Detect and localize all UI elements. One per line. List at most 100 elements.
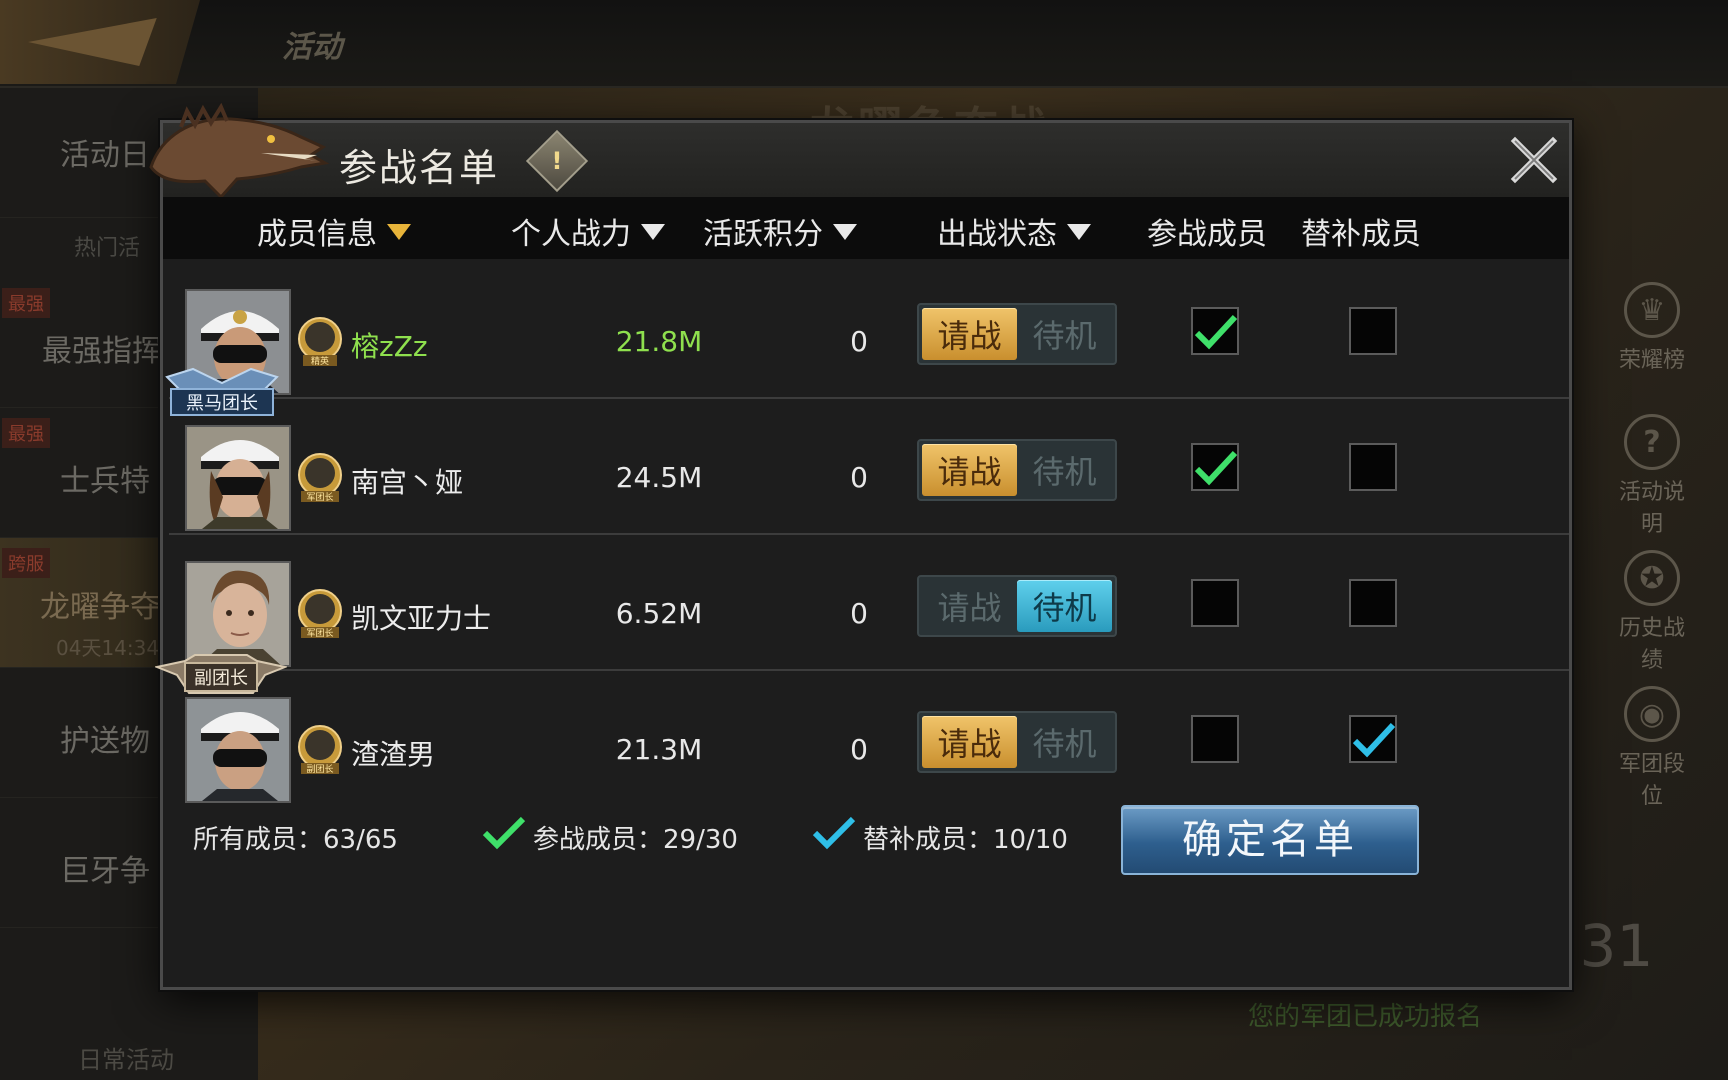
member-row: 精英 榕zZz 21.8M 0 请战 待机 [169,263,1569,399]
svg-text:副团长: 副团长 [306,763,333,775]
legion-rank-button[interactable]: ◉ 军团段位 [1612,686,1692,810]
standby-option[interactable]: 待机 [1017,716,1112,768]
check-green-icon [482,816,526,850]
sort-down-icon [387,224,411,240]
info-button[interactable]: ! [525,129,589,193]
member-row: 军团长 凯文亚力士 6.52M 0 请战 待机 [169,535,1569,671]
rank-badge-icon: 军团长 [298,453,342,503]
column-label: 出战状态 [937,217,1057,252]
member-name: 南宫丶娅 [351,466,464,499]
participants-count: 参战成员：29/30 [533,825,738,855]
battle-status-toggle: 请战 待机 [917,711,1117,773]
member-name: 榕zZz [351,330,428,363]
back-button[interactable] [0,0,200,84]
sort-member-info[interactable]: 成员信息 [257,209,411,253]
svg-text:军团长: 军团长 [306,491,333,503]
standby-option[interactable]: 待机 [1017,580,1112,632]
roster-column-header: 成员信息 个人战力 活跃积分 出战状态 参战成员 替补成员 [163,197,1569,259]
sidebar-item-label: 最强指挥 [42,334,162,369]
substitutes-count: 替补成员：10/10 [863,825,1068,855]
countdown-timer: :31 [1560,912,1654,980]
event-help-label: 活动说明 [1618,480,1685,537]
column-label: 个人战力 [511,217,631,252]
sidebar-item-tag: 最强 [2,418,50,448]
fight-option[interactable]: 请战 [922,580,1017,632]
sidebar-item-timer: 04天14:34 [56,636,160,660]
rank-badge-icon: 军团长 [298,589,342,639]
sidebar-item-label: 护送物 [60,724,150,759]
dialog-title: 参战名单 [339,146,500,190]
column-label: 成员信息 [257,217,377,252]
history-record-button[interactable]: ✪ 历史战绩 [1612,550,1692,674]
substitute-checkbox[interactable] [1349,443,1397,491]
registration-status: 您的军团已成功报名 [1248,1002,1483,1032]
trophy-icon: ♛ [1624,282,1680,338]
info-icon: ! [551,147,563,175]
event-help-button[interactable]: ? 活动说明 [1612,414,1692,538]
substitute-checkbox[interactable] [1349,307,1397,355]
tab-title: 活动 [282,30,342,65]
column-participant: 参战成员 [1147,217,1267,252]
battle-status-toggle: 请战 待机 [917,303,1117,365]
sidebar-item-label: 龙曜争夺 [40,590,160,625]
sort-down-icon [833,224,857,240]
roster-dialog: 参战名单 ! 成员信息 个人战力 活跃积分 出战状态 参战成员 替补成员 精英 … [149,102,1572,990]
standby-option[interactable]: 待机 [1017,444,1112,496]
svg-text:副团长: 副团长 [194,668,248,689]
avatar [185,425,291,531]
back-arrow-icon [19,18,157,66]
svg-text:精英: 精英 [311,355,329,367]
medal-icon: ◉ [1624,686,1680,742]
daily-activity-label: 日常活动 [78,1046,174,1074]
column-label: 活跃积分 [703,217,823,252]
member-name: 渣渣男 [351,738,436,771]
sort-down-icon [641,224,665,240]
check-green-icon [1194,450,1238,486]
participant-checkbox[interactable] [1191,579,1239,627]
all-members-count: 所有成员：63/65 [193,825,398,855]
fight-option[interactable]: 请战 [922,716,1017,768]
standby-option[interactable]: 待机 [1017,308,1112,360]
sidebar-item-tag: 跨服 [2,548,50,578]
rank-badge-icon: 精英 [298,317,342,367]
sort-activity-points[interactable]: 活跃积分 [703,209,857,253]
question-icon: ? [1624,414,1680,470]
fight-option[interactable]: 请战 [922,308,1017,360]
sidebar-item-label: 士兵特 [60,464,150,499]
sidebar-item-tag: 最强 [2,288,50,318]
check-green-icon [1194,314,1238,350]
battle-status-toggle: 请战 待机 [917,575,1117,637]
crest-dark-horse-badge: 黑马团长 [165,367,279,416]
rank-badge-icon: 副团长 [298,725,342,775]
sort-down-icon [1067,224,1091,240]
dialog-header: 参战名单 ! [149,102,1569,200]
member-name: 凯文亚力士 [351,602,492,635]
participant-checkbox[interactable] [1191,307,1239,355]
history-record-label: 历史战绩 [1618,616,1685,673]
sort-battle-status[interactable]: 出战状态 [937,209,1091,253]
svg-text:军团长: 军团长 [306,627,333,639]
avatar [185,697,291,803]
honor-board-label: 荣耀榜 [1618,348,1685,373]
honor-board-button[interactable]: ♛ 荣耀榜 [1612,282,1692,374]
legion-rank-label: 军团段位 [1618,752,1685,809]
participant-checkbox[interactable] [1191,715,1239,763]
member-row: 军团长 南宫丶娅 24.5M 0 请战 待机 [169,399,1569,535]
sidebar-item-sub: 热门活 [74,236,141,261]
participant-checkbox[interactable] [1191,443,1239,491]
confirm-roster-button[interactable]: 确定名单 [1121,805,1419,875]
check-blue-icon [812,816,856,850]
column-substitute: 替补成员 [1301,217,1421,252]
laurel-icon: ✪ [1624,550,1680,606]
close-icon[interactable] [1507,133,1561,187]
member-row: 副团长 渣渣男 21.3M 0 请战 待机 [169,671,1569,807]
fight-option[interactable]: 请战 [922,444,1017,496]
sidebar-item-label: 巨牙争 [60,854,150,889]
crest-vice-leader-badge: 副团长 [155,654,287,694]
dinosaur-icon [149,102,330,200]
substitute-checkbox[interactable] [1349,579,1397,627]
substitute-checkbox[interactable] [1349,715,1397,763]
sort-personal-power[interactable]: 个人战力 [511,209,665,253]
check-blue-icon [1352,722,1396,758]
avatar [185,561,291,667]
